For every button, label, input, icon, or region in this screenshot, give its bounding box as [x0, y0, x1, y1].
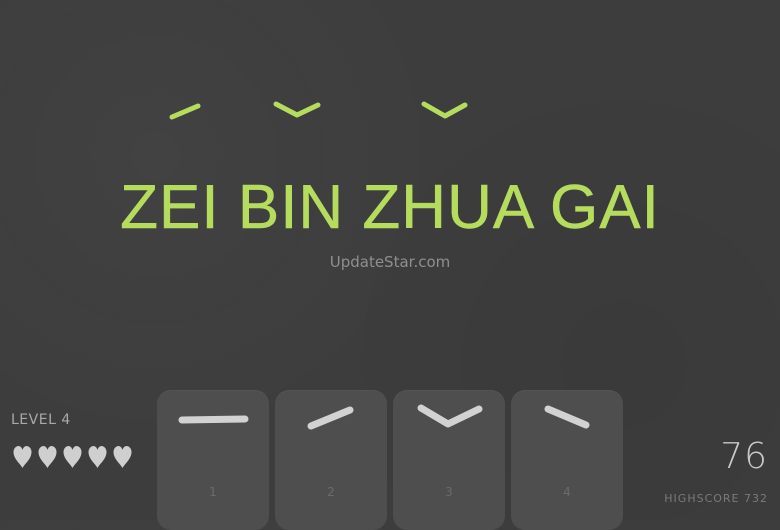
dip-tone-mark-icon [421, 101, 468, 119]
card-number: 4 [563, 485, 571, 499]
fourth-tone-falling-icon [544, 405, 590, 429]
tone-answer-cards: 1 2 3 4 [157, 390, 623, 530]
watermark: UpdateStar.com [329, 253, 451, 271]
heart-icon [63, 446, 82, 468]
third-tone-dip-icon [417, 404, 483, 428]
dip-tone-mark-icon [273, 101, 321, 118]
tone-card-4[interactable]: 4 [511, 390, 623, 530]
level-label: LEVEL 4 [11, 412, 71, 428]
tone-card-1[interactable]: 1 [157, 390, 269, 530]
score-value: 76 [720, 436, 768, 477]
rising-tone-mark-icon [169, 103, 201, 120]
tone-card-3[interactable]: 3 [393, 390, 505, 530]
card-number: 3 [445, 485, 453, 499]
second-tone-rising-icon [307, 406, 354, 430]
prompt-tone-marks [169, 101, 468, 120]
card-number: 1 [209, 485, 217, 499]
heart-icon [38, 446, 57, 468]
first-tone-flat-icon [178, 415, 249, 424]
heart-icon [88, 446, 107, 468]
lives [12, 445, 133, 469]
tone-card-2[interactable]: 2 [275, 390, 387, 530]
card-number: 2 [327, 485, 335, 499]
pinyin-prompt: ZEI BIN ZHUA GAI [120, 173, 660, 243]
heart-icon [113, 446, 132, 468]
heart-icon [13, 446, 32, 468]
highscore-label: HIGHSCORE 732 [664, 492, 768, 505]
